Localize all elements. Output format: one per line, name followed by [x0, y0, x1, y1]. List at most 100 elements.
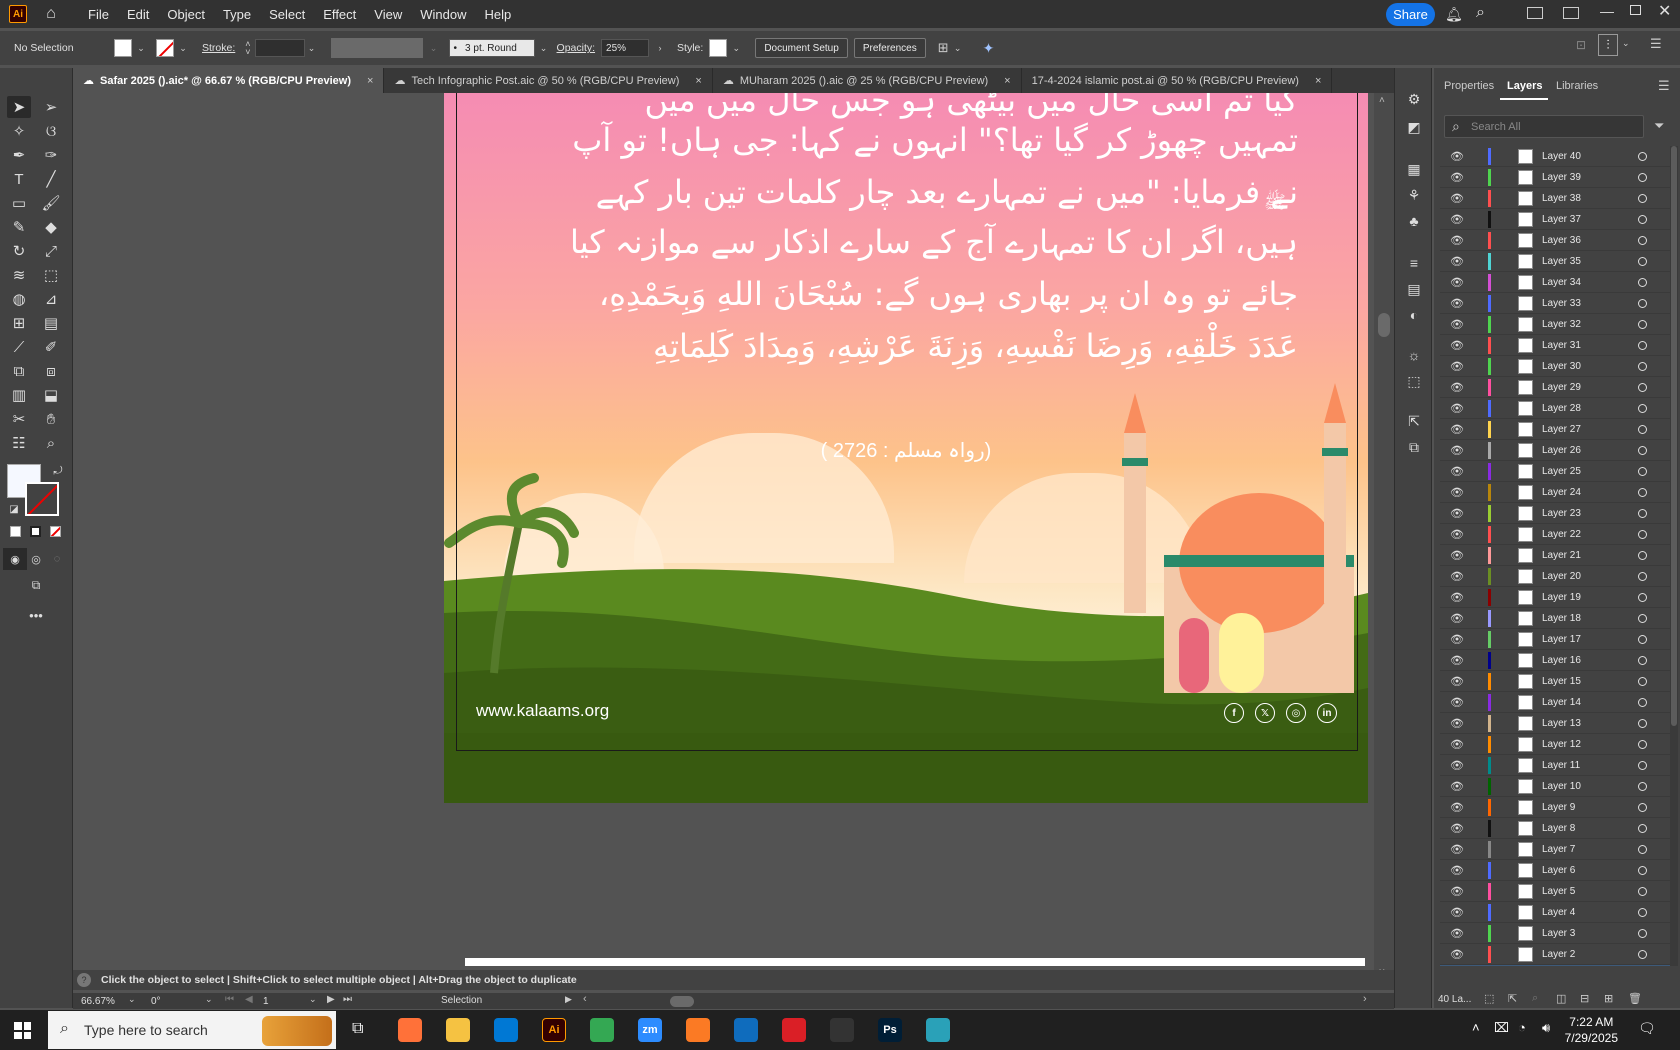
visibility-eye-icon[interactable]: 👁︎: [1450, 654, 1464, 667]
layer-name[interactable]: Layer 5: [1542, 886, 1575, 897]
paintbrush-tool-icon[interactable]: 🖌︎: [39, 192, 63, 214]
visibility-eye-icon[interactable]: 👁︎: [1450, 234, 1464, 247]
artboards-panel-icon[interactable]: ⧉: [1404, 438, 1424, 456]
layer-row[interactable]: 👁︎ Layer 18: [1440, 608, 1670, 629]
layer-name[interactable]: Layer 4: [1542, 907, 1575, 918]
file-explorer-icon[interactable]: [446, 1018, 470, 1042]
menu-select[interactable]: Select: [260, 7, 314, 22]
layer-name[interactable]: Layer 11: [1542, 760, 1580, 771]
perspective-grid-tool-icon[interactable]: ⊿: [39, 288, 63, 310]
panel-layout-icon[interactable]: [1563, 7, 1579, 19]
tab-safar-2025[interactable]: ☁ Safar 2025 ().aic* @ 66.67 % (RGB/CPU …: [73, 68, 385, 93]
visibility-eye-icon[interactable]: 👁︎: [1450, 213, 1464, 226]
visibility-eye-icon[interactable]: 👁︎: [1450, 507, 1464, 520]
shape-builder-tool-icon[interactable]: ◍: [7, 288, 31, 310]
layer-target-icon[interactable]: [1638, 424, 1647, 434]
layer-target-icon[interactable]: [1638, 256, 1647, 266]
selection-tool-icon[interactable]: ➤: [7, 96, 31, 118]
type-tool-icon[interactable]: T: [7, 168, 31, 190]
layer-target-icon[interactable]: [1638, 613, 1647, 623]
print-tiling-tool-icon[interactable]: ☷: [7, 432, 31, 454]
style-swatch[interactable]: [709, 39, 728, 57]
layer-target-icon[interactable]: [1638, 466, 1647, 476]
layer-row[interactable]: 👁︎ Layer 5: [1440, 881, 1670, 902]
visibility-eye-icon[interactable]: 👁︎: [1450, 675, 1464, 688]
menu-edit[interactable]: Edit: [118, 7, 158, 22]
menu-window[interactable]: Window: [411, 7, 475, 22]
gradient-mode-icon[interactable]: [30, 526, 41, 537]
workspace-icon[interactable]: [1527, 7, 1543, 19]
close-tab-icon[interactable]: ×: [367, 75, 373, 87]
blend-tool-icon[interactable]: ⧉: [7, 360, 31, 382]
layer-name[interactable]: Layer 33: [1542, 298, 1581, 309]
artboard-number-input[interactable]: 1: [259, 993, 307, 1009]
layer-target-icon[interactable]: [1638, 277, 1647, 287]
bell-icon[interactable]: 🔔︎: [1445, 6, 1463, 23]
image-trace-icon[interactable]: ◩: [1404, 118, 1424, 136]
windows-start-icon[interactable]: [14, 1022, 31, 1039]
layer-target-icon[interactable]: [1638, 592, 1647, 602]
tab-layers[interactable]: Layers: [1507, 80, 1542, 92]
layer-target-icon[interactable]: [1638, 781, 1647, 791]
gradient-panel-icon[interactable]: ▤: [1404, 280, 1424, 298]
system-tray-chevron-icon[interactable]: ˄: [1472, 1020, 1480, 1035]
layer-name[interactable]: Layer 19: [1542, 592, 1581, 603]
layer-row[interactable]: 👁︎ Layer 28: [1440, 398, 1670, 419]
layer-target-icon[interactable]: [1638, 508, 1647, 518]
layer-row[interactable]: 👁︎ Layer 25: [1440, 461, 1670, 482]
zoom-tool-icon[interactable]: ⌕: [39, 432, 63, 454]
layer-target-icon[interactable]: [1638, 676, 1647, 686]
layer-name[interactable]: Layer 32: [1542, 319, 1581, 330]
tab-tech-infographic[interactable]: ☁ Tech Infographic Post.aic @ 50 % (RGB/…: [384, 68, 713, 93]
artboard[interactable]: کیا تم اسی حال میں بیٹھی ہو جس حال میں م…: [444, 93, 1368, 803]
layer-row[interactable]: 👁︎ Layer 23: [1440, 503, 1670, 524]
layer-name[interactable]: Layer 17: [1542, 634, 1581, 645]
style-dropdown-icon[interactable]: ⌄: [731, 43, 741, 54]
layer-row[interactable]: 👁︎ Layer 11: [1440, 755, 1670, 776]
layer-target-icon[interactable]: [1638, 634, 1647, 644]
export-icon[interactable]: ⇱: [1404, 412, 1424, 430]
document-setup-button[interactable]: Document Setup: [755, 38, 848, 58]
tab-libraries[interactable]: Libraries: [1556, 80, 1598, 92]
stroke-weight-dropdown-icon[interactable]: ⌄: [307, 43, 317, 54]
layer-name[interactable]: Layer 23: [1542, 508, 1581, 519]
align-dropdown-icon[interactable]: ⌄: [1622, 38, 1630, 49]
visibility-eye-icon[interactable]: 👁︎: [1450, 150, 1464, 163]
layer-row[interactable]: 👁︎ Layer 38: [1440, 188, 1670, 209]
layer-target-icon[interactable]: [1638, 529, 1647, 539]
zoom-input[interactable]: 66.67%: [77, 993, 125, 1009]
collect-export-icon[interactable]: ⬚: [1484, 992, 1494, 1005]
layer-target-icon[interactable]: [1638, 445, 1647, 455]
more-tools-icon[interactable]: •••: [24, 604, 48, 626]
clipping-mask-icon[interactable]: ◫: [1556, 992, 1566, 1005]
eraser-tool-icon[interactable]: ◆: [39, 216, 63, 238]
menu-file[interactable]: File: [79, 7, 118, 22]
layer-target-icon[interactable]: [1638, 907, 1647, 917]
layer-row[interactable]: 👁︎ Layer 35: [1440, 251, 1670, 272]
stroke-panel-icon[interactable]: ≡: [1404, 254, 1424, 272]
screen-mode-icon[interactable]: ⧉: [24, 574, 48, 596]
layer-row[interactable]: 👁︎ Layer 3: [1440, 923, 1670, 944]
fill-dropdown-icon[interactable]: ⌄: [136, 43, 146, 54]
scroll-up-icon[interactable]: ˄: [1379, 95, 1385, 106]
appearance-icon[interactable]: ⚙: [1404, 90, 1424, 108]
layer-target-icon[interactable]: [1638, 382, 1647, 392]
home-icon[interactable]: ⌂: [41, 4, 61, 24]
layer-name[interactable]: Layer 8: [1542, 823, 1575, 834]
panel-scrollbar[interactable]: [1670, 146, 1678, 966]
layer-target-icon[interactable]: [1638, 760, 1647, 770]
layer-target-icon[interactable]: [1638, 340, 1647, 350]
layer-target-icon[interactable]: [1638, 214, 1647, 224]
layer-row[interactable]: 👁︎ Layer 13: [1440, 713, 1670, 734]
layer-name[interactable]: Layer 39: [1542, 172, 1581, 183]
layers-search-input[interactable]: Search All: [1444, 115, 1644, 138]
layer-name[interactable]: Layer 26: [1542, 445, 1581, 456]
zoom-dropdown-icon[interactable]: ⌄: [128, 994, 136, 1005]
grid-toggle-icon[interactable]: ⊡: [1576, 38, 1586, 52]
arrange-dropdown-icon[interactable]: ⌄: [953, 43, 963, 54]
prev-artboard-icon[interactable]: ◀: [245, 994, 253, 1005]
taskbar-clock[interactable]: 7:22 AM 7/29/2025: [1565, 1014, 1618, 1046]
color-panel-icon[interactable]: ☼: [1404, 346, 1424, 364]
scroll-thumb[interactable]: [1378, 313, 1390, 337]
swatches-icon[interactable]: ▦: [1404, 160, 1424, 178]
